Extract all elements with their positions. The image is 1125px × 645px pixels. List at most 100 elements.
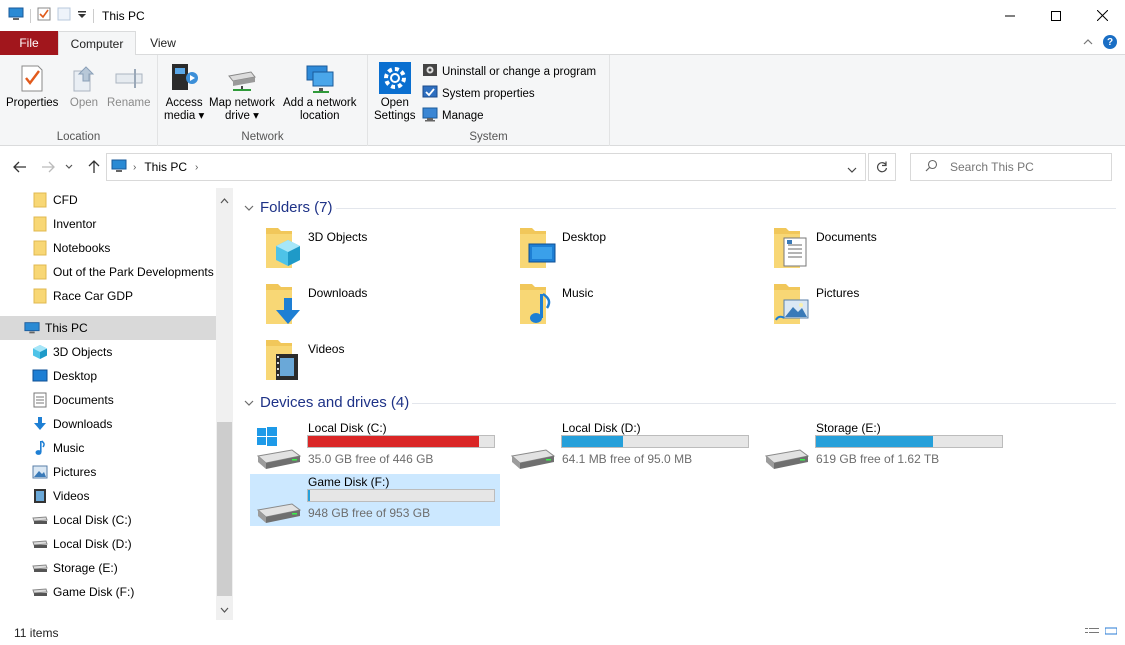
- drive-label: Local Disk (C:): [308, 421, 387, 435]
- drive-usage-bar: [561, 435, 749, 448]
- collapse-ribbon-icon[interactable]: [1083, 35, 1093, 49]
- drive-label: Game Disk (F:): [308, 475, 390, 489]
- nav-item-label: Music: [53, 441, 85, 455]
- breadcrumb-chevron-icon[interactable]: ›: [133, 162, 136, 173]
- scroll-down-icon[interactable]: [220, 602, 229, 616]
- drive-label: Local Disk (D:): [562, 421, 641, 435]
- folder-videos[interactable]: Videos: [262, 338, 502, 388]
- refresh-button[interactable]: [868, 153, 896, 181]
- nav-item-label: Downloads: [53, 417, 113, 431]
- breadcrumb-chevron-icon[interactable]: ›: [195, 162, 198, 173]
- search-icon: [925, 159, 938, 175]
- access-media-line1: Access: [165, 97, 203, 109]
- minimize-button[interactable]: [987, 0, 1033, 31]
- folder-3d-objects[interactable]: 3D Objects: [262, 226, 502, 276]
- drive-usage-bar: [815, 435, 1003, 448]
- address-dropdown-icon[interactable]: [847, 163, 857, 177]
- drives-section-header[interactable]: Devices and drives (4): [244, 394, 409, 411]
- rename-button[interactable]: Rename: [107, 59, 150, 110]
- system-properties-button[interactable]: System properties: [422, 84, 535, 103]
- music-icon: [516, 282, 560, 328]
- map-network-drive-button[interactable]: Map network drive ▾: [209, 59, 275, 123]
- nav-item-inventor[interactable]: Inventor: [0, 212, 216, 236]
- nav-item-notebooks[interactable]: Notebooks: [0, 236, 216, 260]
- folder-icon: [32, 216, 48, 232]
- network-group-label: Network: [241, 131, 284, 143]
- nav-item-label: Inventor: [53, 217, 97, 231]
- properties-button[interactable]: Properties: [6, 59, 58, 110]
- nav-item-videos[interactable]: Videos: [0, 484, 216, 508]
- folder-desktop[interactable]: Desktop: [516, 226, 756, 276]
- open-button[interactable]: Open: [66, 59, 102, 110]
- drive-free-space: 64.1 MB free of 95.0 MB: [562, 452, 693, 466]
- up-button[interactable]: [84, 158, 104, 176]
- map-network-drive-icon: [224, 59, 260, 97]
- open-settings-button[interactable]: Open Settings: [374, 59, 416, 123]
- open-label: Open: [69, 97, 99, 109]
- folder-pictures[interactable]: Pictures: [770, 282, 1010, 332]
- nav-item-downloads[interactable]: Downloads: [0, 412, 216, 436]
- folder-icon: [32, 240, 48, 256]
- nav-item-out-of-the-park-developments[interactable]: Out of the Park Developments: [0, 260, 216, 284]
- drive-icon: [254, 480, 302, 524]
- access-media-button[interactable]: Access media ▾: [164, 59, 204, 123]
- details-view-icon[interactable]: [1085, 624, 1099, 638]
- nav-item-storage-e[interactable]: Storage (E:): [0, 556, 216, 580]
- close-button[interactable]: [1079, 0, 1125, 31]
- recent-locations-button[interactable]: [62, 158, 76, 176]
- add-network-location-button[interactable]: Add a network location: [283, 59, 357, 123]
- nav-item-documents[interactable]: Documents: [0, 388, 216, 412]
- scroll-thumb[interactable]: [217, 422, 232, 596]
- drive-icon: [32, 512, 48, 528]
- folder-documents[interactable]: Documents: [770, 226, 1010, 276]
- tab-file[interactable]: File: [0, 31, 58, 55]
- system-group-label: System: [469, 131, 508, 143]
- drive-storage-e[interactable]: Storage (E:) 619 GB free of 1.62 TB: [758, 420, 1008, 472]
- tab-view[interactable]: View: [140, 31, 186, 55]
- nav-item-label: 3D Objects: [53, 345, 113, 359]
- desktop-icon: [32, 368, 48, 384]
- manage-button[interactable]: Manage: [422, 106, 484, 125]
- nav-item-game-disk-f[interactable]: Game Disk (F:): [0, 580, 216, 604]
- nav-item-label: Storage (E:): [53, 561, 118, 575]
- folder-icon: [32, 192, 48, 208]
- tiles-view-icon[interactable]: [1104, 624, 1118, 638]
- nav-item-pictures[interactable]: Pictures: [0, 460, 216, 484]
- nav-item-this-pc[interactable]: This PC: [0, 316, 216, 340]
- drive-game-disk-f[interactable]: Game Disk (F:) 948 GB free of 953 GB: [250, 474, 500, 526]
- drive-local-disk-c[interactable]: Local Disk (C:) 35.0 GB free of 446 GB: [250, 420, 500, 472]
- scroll-up-icon[interactable]: [220, 193, 229, 207]
- music-icon: [32, 440, 48, 456]
- folder-label: Music: [562, 286, 594, 300]
- uninstall-program-button[interactable]: Uninstall or change a program: [422, 62, 596, 81]
- properties-icon[interactable]: [37, 7, 51, 24]
- breadcrumb-this-pc[interactable]: This PC: [144, 160, 187, 174]
- new-folder-icon[interactable]: [57, 7, 71, 24]
- customize-qat-icon[interactable]: [77, 9, 87, 23]
- nav-item-local-disk-d[interactable]: Local Disk (D:): [0, 532, 216, 556]
- nav-item-label: Desktop: [53, 369, 98, 383]
- nav-item-desktop[interactable]: Desktop: [0, 364, 216, 388]
- nav-item-local-disk-c[interactable]: Local Disk (C:): [0, 508, 216, 532]
- drive-local-disk-d[interactable]: Local Disk (D:) 64.1 MB free of 95.0 MB: [504, 420, 754, 472]
- collapse-chevron-icon: [244, 394, 254, 411]
- folder-downloads[interactable]: Downloads: [262, 282, 502, 332]
- search-box[interactable]: Search This PC: [910, 153, 1112, 181]
- navigation-pane: CFD Inventor Notebooks Out of the Park Deve…: [0, 188, 216, 620]
- tab-computer[interactable]: Computer: [58, 31, 136, 56]
- nav-scrollbar[interactable]: [216, 188, 233, 620]
- back-button[interactable]: [10, 158, 30, 176]
- system-properties-icon: [422, 84, 438, 103]
- maximize-button[interactable]: [1033, 0, 1079, 31]
- nav-item-cfd[interactable]: CFD: [0, 188, 216, 212]
- folders-section-header[interactable]: Folders (7): [244, 199, 333, 216]
- help-icon[interactable]: ?: [1103, 35, 1117, 49]
- forward-button[interactable]: [38, 158, 58, 176]
- address-bar[interactable]: › This PC ›: [106, 153, 866, 181]
- drive-label: Storage (E:): [816, 421, 881, 435]
- nav-item-race-car-gdp[interactable]: Race Car GDP: [0, 284, 216, 308]
- nav-item-label: Local Disk (C:): [53, 513, 132, 527]
- nav-item-music[interactable]: Music: [0, 436, 216, 460]
- nav-item-3d-objects[interactable]: 3D Objects: [0, 340, 216, 364]
- folder-music[interactable]: Music: [516, 282, 756, 332]
